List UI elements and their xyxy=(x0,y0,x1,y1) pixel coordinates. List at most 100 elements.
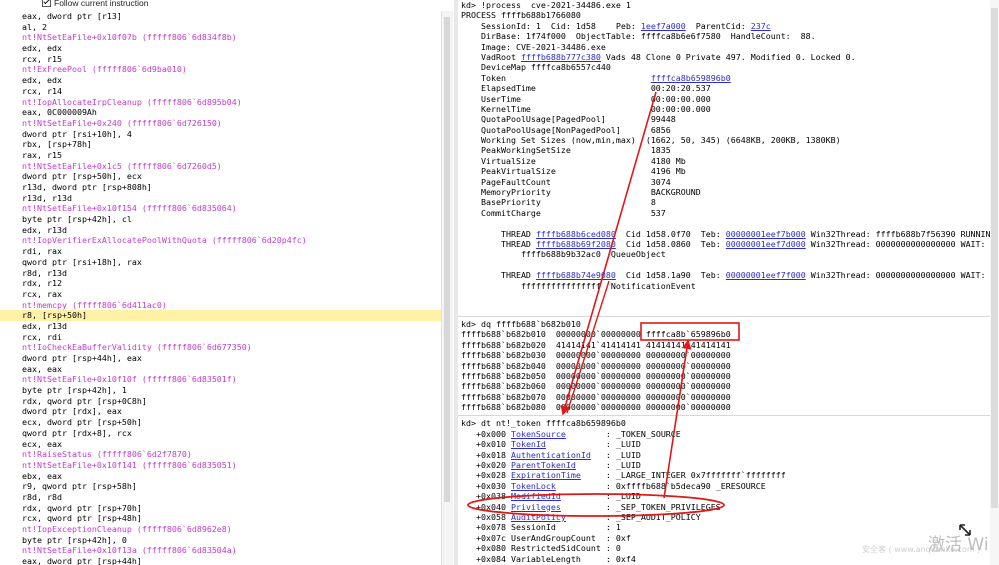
disassembly-line[interactable]: rbx, [rsp+78h] xyxy=(0,139,441,150)
dt-field-row: +0x010 TokenId : _LUID xyxy=(458,439,999,449)
disassembly-line[interactable]: nt!NtSetEaFile+0x10f10f (fffff806`6d8350… xyxy=(0,374,441,385)
process-stat-line: PeakWorkingSetSize 1835 xyxy=(461,145,671,156)
output-scrollbar[interactable] xyxy=(990,0,999,565)
disassembly-line[interactable]: r13d, dword ptr [rsp+808h] xyxy=(0,182,441,193)
process-image-line: Image: CVE-2021-34486.exe xyxy=(461,41,606,52)
disassembly-line[interactable]: dword ptr [rsp+44h], eax xyxy=(0,353,441,364)
disassembly-line[interactable]: nt!NtSetEaFile+0x10f13a (fffff806`6d8350… xyxy=(0,545,441,556)
disassembly-listing[interactable]: eax, dword ptr [r13] al, 2 nt!NtSetEaFile+… xyxy=(0,11,441,565)
peb-link[interactable]: 1eef7a000 xyxy=(641,21,686,31)
disassembly-line[interactable]: rdi, rax xyxy=(0,246,441,257)
field-name[interactable]: AuditPolicy xyxy=(511,512,566,522)
disassembly-line[interactable]: rdx, qword ptr [rsp+70h] xyxy=(0,503,441,514)
parentcid-link[interactable]: 237c xyxy=(751,21,771,31)
field-name[interactable]: TokenId xyxy=(511,439,546,449)
disassembly-line[interactable]: qword ptr [rdx+8], rcx xyxy=(0,428,441,439)
disassembly-line[interactable]: eax, 0C000009Ah xyxy=(0,107,441,118)
field-name[interactable]: TokenSource xyxy=(511,429,566,439)
disassembly-line[interactable]: nt!IopAllocateIrpCleanup (fffff806`6d895… xyxy=(0,97,441,108)
dt-field-row: +0x078 SessionId : 1 xyxy=(458,522,999,532)
thread-3-link[interactable]: ffffb688b74e9080 xyxy=(536,270,616,280)
disassembly-line[interactable]: rdx, r12 xyxy=(0,278,441,289)
disassembly-line[interactable]: ecx, dword ptr [rsp+50h] xyxy=(0,417,441,428)
disassembly-line[interactable]: ecx, eax xyxy=(0,439,441,450)
disassembly-line[interactable]: rdx, qword ptr [rsp+0C8h] xyxy=(0,396,441,407)
output-scrollbar-thumb[interactable] xyxy=(991,8,998,508)
field-name[interactable]: ParentTokenId xyxy=(511,460,576,470)
dq-row: ffffb688`b682b010 00000000`00000000 ffff… xyxy=(461,329,731,340)
field-name: UserAndGroupCount xyxy=(510,532,596,543)
disassembly-line[interactable]: ebx, eax xyxy=(0,471,441,482)
field-name[interactable]: ModifiedId xyxy=(511,491,561,501)
field-type: : _LUID xyxy=(575,460,641,471)
disassembly-line[interactable]: dword ptr [rsi+10h], 4 xyxy=(0,129,441,140)
disassembly-line[interactable]: nt!ExFreePool (fffff806`6d9ba010) xyxy=(0,64,441,75)
token-link[interactable]: ffffca8b659896b0 xyxy=(651,73,731,83)
disassembly-line[interactable]: rcx, r14 xyxy=(0,86,441,97)
dq-command: kd> dq ffffb688`b682b010 xyxy=(461,318,581,329)
disassembly-line[interactable]: nt!IopVerifierExAllocatePoolWithQuota (f… xyxy=(0,235,441,246)
thread-1-link[interactable]: ffffb688b6ced080 xyxy=(536,229,616,239)
teb-3-link[interactable]: 00000001eef7f000 xyxy=(726,270,806,280)
disassembly-line[interactable]: r8d, r8d xyxy=(0,492,441,503)
disassembly-line[interactable]: nt!NtSetEaFile+0x240 (fffff806`6d726150) xyxy=(0,118,441,129)
teb-2-link[interactable]: 00000001eef7d000 xyxy=(726,239,806,249)
disassembly-line[interactable]: edx, edx xyxy=(0,43,441,54)
disassembly-line[interactable]: nt!NtSetEaFile+0x10f07b (fffff806`6d834f… xyxy=(0,32,441,43)
teb-1-link[interactable]: 00000001eef7b000 xyxy=(726,229,806,239)
field-name[interactable]: Privileges xyxy=(511,502,561,512)
disassembly-line[interactable]: rax, r15 xyxy=(0,150,441,161)
disassembly-line[interactable]: nt!memcpy (fffff806`6d411ac0) xyxy=(0,300,441,311)
disassembly-line[interactable]: edx, r13d xyxy=(0,225,441,236)
disassembly-line[interactable]: r9, qword ptr [rsp+58h] xyxy=(0,481,441,492)
disassembly-line[interactable]: dword ptr [rdx], eax xyxy=(0,406,441,417)
disassembly-scrollbar-thumb[interactable] xyxy=(444,17,450,502)
vadroot-text: VadRoot xyxy=(461,51,521,62)
disassembly-line[interactable]: nt!NtSetEaFile+0x10f141 (fffff806`6d8350… xyxy=(0,460,441,471)
disassembly-line[interactable]: al, 2 xyxy=(0,22,441,33)
dt-command: kd> dt nt!_token ffffca8b659896b0 xyxy=(461,418,626,429)
disassembly-scrollbar[interactable] xyxy=(441,11,453,565)
field-name[interactable]: ExpirationTime xyxy=(511,470,581,480)
disassembly-line[interactable]: r13d, r13d xyxy=(0,193,441,204)
process-stat-line: VirtualSize 4180 Mb xyxy=(461,155,686,166)
field-type: : _SEP_TOKEN_PRIVILEGES xyxy=(560,501,721,512)
disassembly-line[interactable]: byte ptr [rsp+42h], cl xyxy=(0,214,441,225)
process-header: PROCESS ffffb688b1766080 xyxy=(461,10,581,21)
disassembly-line[interactable]: nt!RaiseStatus (fffff806`6d2f7870) xyxy=(0,449,441,460)
disassembly-line[interactable]: nt!IopExceptionCleanup (fffff806`6d8962e… xyxy=(0,524,441,535)
thread-prefix: THREAD xyxy=(461,238,536,249)
checkbox-checked-icon[interactable] xyxy=(42,0,51,7)
disassembly-line[interactable]: rcx, rdi xyxy=(0,332,441,343)
disassembly-line[interactable]: nt!NtSetEaFile+0x1c5 (fffff806`6d7260d5) xyxy=(0,161,441,172)
field-name[interactable]: TokenLock xyxy=(511,481,556,491)
thread-2-link[interactable]: ffffb688b69f2080 xyxy=(536,239,616,249)
disassembly-line[interactable]: rcx, qword ptr [rsp+48h] xyxy=(0,513,441,524)
disassembly-line[interactable]: edx, r13d xyxy=(0,321,441,332)
disassembly-line[interactable]: dword ptr [rsp+50h], ecx xyxy=(0,171,441,182)
dq-row: ffffb688`b682b020 41414141`41414141 4141… xyxy=(461,339,731,350)
vadroot-link[interactable]: ffffb688b777c380 xyxy=(521,52,601,62)
disassembly-line[interactable]: byte ptr [rsp+42h], 1 xyxy=(0,385,441,396)
process-stats: ElapsedTime 00:20:20.537 UserTime 00:00:… xyxy=(458,83,999,218)
disassembly-line[interactable]: nt!NtSetEaFile+0x10f154 (fffff806`6d8350… xyxy=(0,203,441,214)
output-separator xyxy=(458,315,999,317)
field-type: : _LARGE_INTEGER 0x7fffffff`ffffffff xyxy=(580,470,786,481)
disassembly-line[interactable]: edx, edx xyxy=(0,75,441,86)
disassembly-line[interactable]: rcx, rax xyxy=(0,289,441,300)
disassembly-line[interactable]: nt!IoCheckEaBufferValidity (fffff806`6d6… xyxy=(0,342,441,353)
disassembly-line[interactable]: byte ptr [rsp+42h], 0 xyxy=(0,535,441,546)
current-instruction-line[interactable]: r8, [rsp+50h] xyxy=(0,310,441,321)
disassembly-line[interactable]: r8d, r13d xyxy=(0,268,441,279)
field-name[interactable]: AuthenticationId xyxy=(511,450,591,460)
disassembly-line[interactable]: eax, eax xyxy=(0,364,441,375)
thread-prefix: THREAD xyxy=(461,270,536,281)
disassembly-line[interactable]: rcx, r15 xyxy=(0,54,441,65)
disassembly-line[interactable]: eax, dword ptr [rsp+44h] xyxy=(0,556,441,565)
disassembly-line[interactable]: qword ptr [rsi+18h], rax xyxy=(0,257,441,268)
field-offset: +0x018 xyxy=(461,449,511,460)
disassembly-line[interactable]: eax, dword ptr [r13] xyxy=(0,11,441,22)
token-label: Token xyxy=(461,72,651,83)
follow-current-instruction-checkbox[interactable]: Follow current instruction xyxy=(42,0,148,9)
